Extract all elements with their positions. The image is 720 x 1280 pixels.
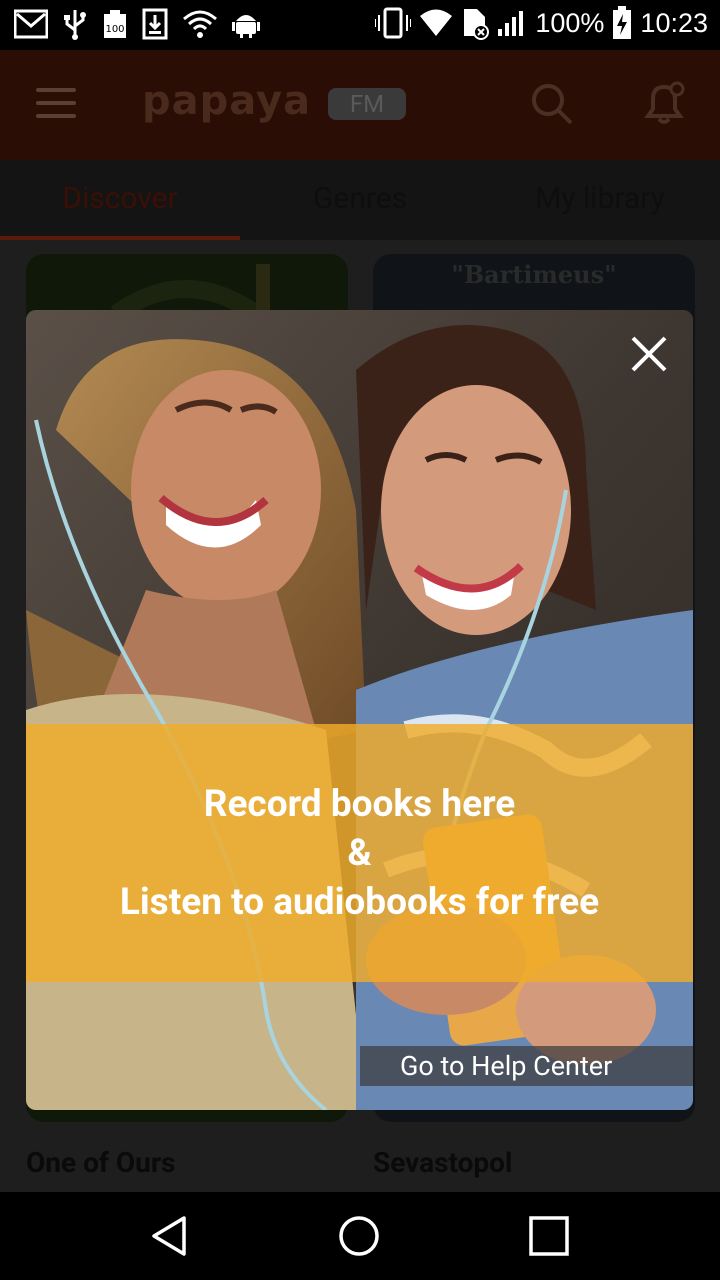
clock: 10:23	[640, 7, 708, 38]
tab-my-library[interactable]: My library	[480, 160, 720, 240]
gmail-icon	[14, 9, 48, 39]
back-icon[interactable]	[148, 1214, 192, 1258]
status-bar: 100 100% 10:23	[0, 0, 720, 50]
app-bar: papaya FM	[0, 50, 720, 160]
promo-line-2: &	[347, 831, 372, 875]
download-icon	[142, 8, 168, 40]
tab-bar: Discover Genres My library	[0, 160, 720, 240]
search-icon[interactable]	[530, 82, 574, 126]
android-icon	[232, 15, 260, 38]
recents-icon[interactable]	[527, 1214, 571, 1258]
promo-banner: Record books here & Listen to audiobooks…	[26, 724, 693, 982]
promo-line-1: Record books here	[203, 782, 516, 826]
close-icon[interactable]	[627, 332, 671, 376]
tab-genres[interactable]: Genres	[240, 160, 480, 240]
help-center-button[interactable]: Go to Help Center	[360, 1046, 693, 1086]
promo-popup: Record books here & Listen to audiobooks…	[26, 310, 693, 1110]
status-bar-right: 100% 10:23	[375, 6, 708, 40]
notification-bell-icon[interactable]	[640, 78, 688, 126]
battery-100-icon: 100	[104, 10, 126, 38]
logo-badge: FM	[328, 88, 406, 120]
app-logo: papaya	[142, 78, 312, 124]
vibrate-icon	[375, 7, 412, 39]
status-bar-left: 100	[14, 8, 260, 40]
wifi-outline-icon	[183, 10, 217, 38]
book-cover-title: "Bartimeus"	[451, 260, 617, 289]
tab-discover[interactable]: Discover	[0, 160, 240, 240]
battery-percent: 100%	[535, 7, 605, 38]
battery-charging-icon	[613, 6, 632, 39]
menu-icon[interactable]	[36, 88, 76, 120]
book-title[interactable]: One of Ours	[26, 1146, 176, 1179]
promo-photo	[26, 310, 693, 1110]
book-title[interactable]: Sevastopol	[373, 1146, 512, 1179]
system-nav-bar	[0, 1192, 720, 1280]
wifi-icon	[420, 9, 453, 36]
svg-text:100: 100	[105, 24, 124, 35]
signal-icon	[498, 11, 524, 36]
promo-line-3: Listen to audiobooks for free	[119, 880, 600, 924]
home-icon[interactable]	[337, 1214, 381, 1258]
no-sim-icon	[464, 9, 490, 40]
usb-icon	[64, 10, 86, 40]
